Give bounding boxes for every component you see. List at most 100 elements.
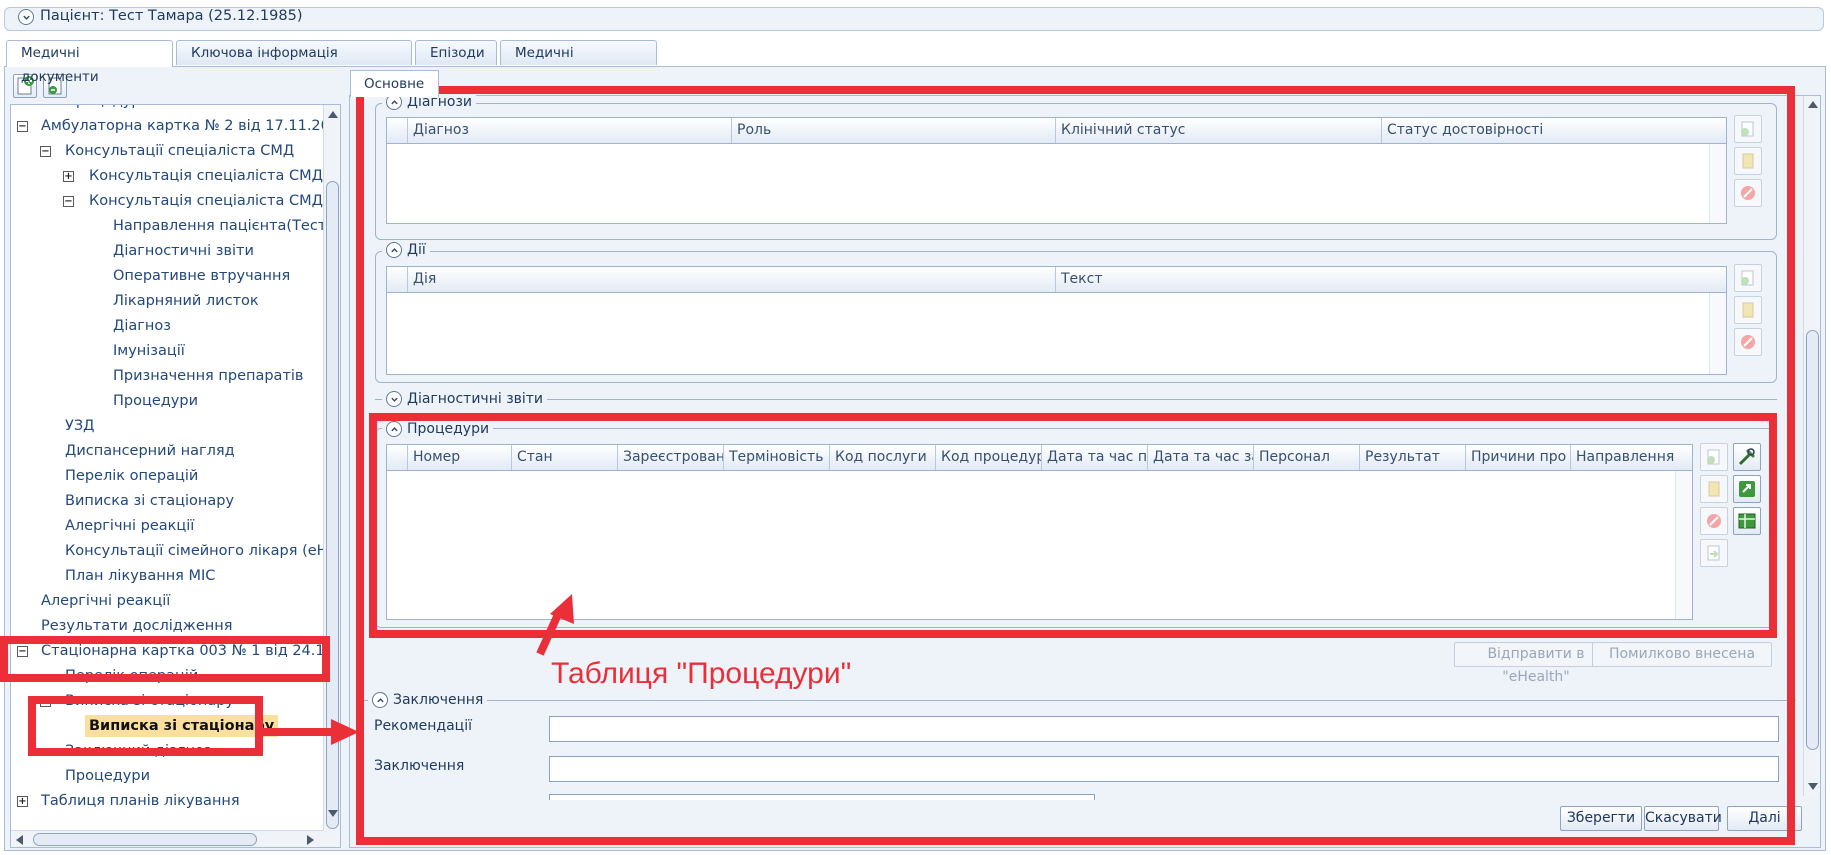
- actions-collapse-icon[interactable]: [386, 242, 402, 258]
- procedures-col-urgency[interactable]: Терміновість: [723, 445, 829, 470]
- scroll-up-icon[interactable]: [328, 111, 338, 118]
- tree-item[interactable]: Таблиця планів лікування: [41, 790, 240, 812]
- tree-expander-icon[interactable]: +: [17, 796, 28, 807]
- main-scroll-up-icon[interactable]: [1808, 101, 1818, 108]
- conclusion-input[interactable]: [549, 756, 1779, 782]
- actions-table-scrollbar[interactable]: [1709, 293, 1726, 374]
- tree-item[interactable]: Виписка зі стаціонару: [65, 490, 234, 512]
- tree-item[interactable]: Диспансерний нагляд: [65, 440, 235, 462]
- scroll-down-icon[interactable]: [328, 810, 338, 817]
- save-button[interactable]: Зберегти: [1560, 806, 1642, 831]
- procedures-tools-button[interactable]: [1733, 443, 1761, 471]
- tree-item[interactable]: Процедури: [65, 105, 150, 112]
- procedures-table[interactable]: Номер Стан Зареєстрован Терміновість Код…: [386, 444, 1693, 620]
- procedures-col-staff[interactable]: Персонал: [1253, 445, 1359, 470]
- tree-expander-icon[interactable]: −: [63, 196, 74, 207]
- tree-expander-icon[interactable]: −: [17, 646, 28, 657]
- procedures-delete-button[interactable]: [1700, 507, 1728, 535]
- tree-expander-icon[interactable]: −: [17, 121, 28, 132]
- tree-item[interactable]: Лікарняний листок: [113, 290, 259, 312]
- tree-item[interactable]: Діагноз: [113, 315, 171, 337]
- tree-item[interactable]: Перелік операцій: [65, 465, 198, 487]
- main-vscroll-thumb[interactable]: [1806, 330, 1819, 750]
- tree-item[interactable]: Призначення препаратів: [113, 365, 303, 387]
- diagnoses-table-scrollbar[interactable]: [1709, 144, 1726, 223]
- tree-item[interactable]: Стаціонарна картка 003 № 1 від 24.12.20: [41, 640, 340, 662]
- procedures-table-scrollbar[interactable]: [1675, 471, 1692, 619]
- cancel-button[interactable]: Скасувати: [1644, 806, 1722, 831]
- tree-item[interactable]: Діагностичні звіти: [113, 240, 254, 262]
- diagnoses-delete-button[interactable]: [1734, 179, 1762, 207]
- tree-item[interactable]: Консультація спеціаліста СМД від: [89, 190, 340, 212]
- tab-episodes[interactable]: Епізоди: [415, 40, 497, 65]
- actions-col-action[interactable]: Дія: [407, 267, 1057, 292]
- procedures-col-result[interactable]: Результат: [1359, 445, 1465, 470]
- procedures-col-service-code[interactable]: Код послуги: [829, 445, 935, 470]
- scroll-left-icon[interactable]: [16, 835, 23, 845]
- tree-item[interactable]: Результати дослідження: [41, 615, 232, 637]
- procedures-col-number[interactable]: Номер: [407, 445, 512, 470]
- tree-item[interactable]: Алергічні реакції: [41, 590, 170, 612]
- tree-item[interactable]: Перелік операцій: [65, 665, 198, 687]
- procedures-link-button[interactable]: [1733, 475, 1761, 503]
- actions-col-text[interactable]: Текст: [1055, 267, 1707, 292]
- procedures-col-reasons[interactable]: Причини про: [1465, 445, 1571, 470]
- procedures-add-button[interactable]: [1700, 443, 1728, 471]
- tree-item[interactable]: Оперативне втручання: [113, 265, 290, 287]
- actions-delete-button[interactable]: [1734, 328, 1762, 356]
- erroneous-button[interactable]: Помилково внесена: [1592, 642, 1772, 667]
- tree-item[interactable]: Імунізації: [113, 340, 185, 362]
- diagnoses-col-diagnosis[interactable]: Діагноз: [407, 118, 733, 143]
- next-field-partial[interactable]: [549, 794, 1095, 800]
- procedures-col-registered[interactable]: Зареєстрован: [617, 445, 723, 470]
- main-vertical-scrollbar[interactable]: [1803, 96, 1820, 796]
- procedures-col-end-datetime[interactable]: Дата та час за: [1147, 445, 1253, 470]
- tree-item[interactable]: Направлення пацієнта(Тест): [113, 215, 332, 237]
- actions-add-button[interactable]: [1734, 264, 1762, 292]
- procedures-col-start-datetime[interactable]: Дата та час по: [1041, 445, 1147, 470]
- diagnoses-col-verification-status[interactable]: Статус достовірності: [1381, 118, 1707, 143]
- tree-item[interactable]: План лікування МІС: [65, 565, 215, 587]
- tree-expander-icon[interactable]: +: [63, 171, 74, 182]
- tree-item-selected[interactable]: Виписка зі стаціонару: [85, 715, 279, 737]
- tree-hscroll-thumb[interactable]: [33, 833, 257, 846]
- tab-medical-documents[interactable]: Медичні документи: [6, 40, 173, 85]
- next-button[interactable]: Далі: [1727, 806, 1802, 831]
- conclusion-collapse-icon[interactable]: [372, 692, 388, 708]
- tree-item[interactable]: Консультації сімейного лікаря (eHealt: [65, 540, 340, 562]
- tab-main[interactable]: Основне: [350, 70, 439, 97]
- diagnoses-table[interactable]: Діагноз Роль Клінічний статус Статус дос…: [386, 117, 1727, 224]
- tree-item[interactable]: Заключний діагноз: [65, 740, 212, 762]
- tree-item[interactable]: Консультації спеціаліста СМД: [65, 140, 294, 162]
- procedures-edit-button[interactable]: [1700, 475, 1728, 503]
- tab-key-patient-info[interactable]: Ключова інформація пацієнта: [176, 40, 412, 85]
- diagnoses-col-clinical-status[interactable]: Клінічний статус: [1055, 118, 1381, 143]
- procedures-export-button[interactable]: [1700, 539, 1728, 567]
- actions-edit-button[interactable]: [1734, 296, 1762, 324]
- tree-item[interactable]: Процедури: [65, 765, 150, 787]
- procedures-col-referral[interactable]: Направлення: [1570, 445, 1676, 470]
- tree-horizontal-scrollbar[interactable]: [11, 830, 324, 847]
- tree-item[interactable]: Виписка зі стаціонару: [65, 690, 234, 712]
- tree-item[interactable]: Консультація спеціаліста СМД від: [89, 165, 340, 187]
- tree-item[interactable]: УЗД: [65, 415, 94, 437]
- procedures-col-procedure-code[interactable]: Код процедур: [935, 445, 1041, 470]
- recommendations-input[interactable]: [549, 716, 1779, 742]
- tab-medical-conclusions[interactable]: Медичні висновки: [500, 40, 657, 85]
- tree-item[interactable]: Алергічні реакції: [65, 515, 194, 537]
- patient-collapse-icon[interactable]: [18, 9, 34, 25]
- actions-table[interactable]: Дія Текст: [386, 266, 1727, 375]
- procedures-col-state[interactable]: Стан: [511, 445, 617, 470]
- main-scroll-down-icon[interactable]: [1808, 783, 1818, 790]
- procedures-collapse-icon[interactable]: [386, 421, 402, 437]
- scroll-right-icon[interactable]: [307, 835, 314, 845]
- tree-item[interactable]: Процедури: [113, 390, 198, 412]
- tree-expander-icon[interactable]: −: [40, 146, 51, 157]
- diagnoses-edit-button[interactable]: [1734, 147, 1762, 175]
- tree-expander-icon[interactable]: −: [40, 696, 51, 707]
- diag-reports-expand-icon[interactable]: [386, 391, 402, 407]
- diagnoses-add-button[interactable]: [1734, 115, 1762, 143]
- tree-item[interactable]: Амбулаторна картка № 2 від 17.11.2020: [41, 115, 340, 137]
- procedures-table-button[interactable]: [1733, 507, 1761, 535]
- diagnoses-col-role[interactable]: Роль: [731, 118, 1057, 143]
